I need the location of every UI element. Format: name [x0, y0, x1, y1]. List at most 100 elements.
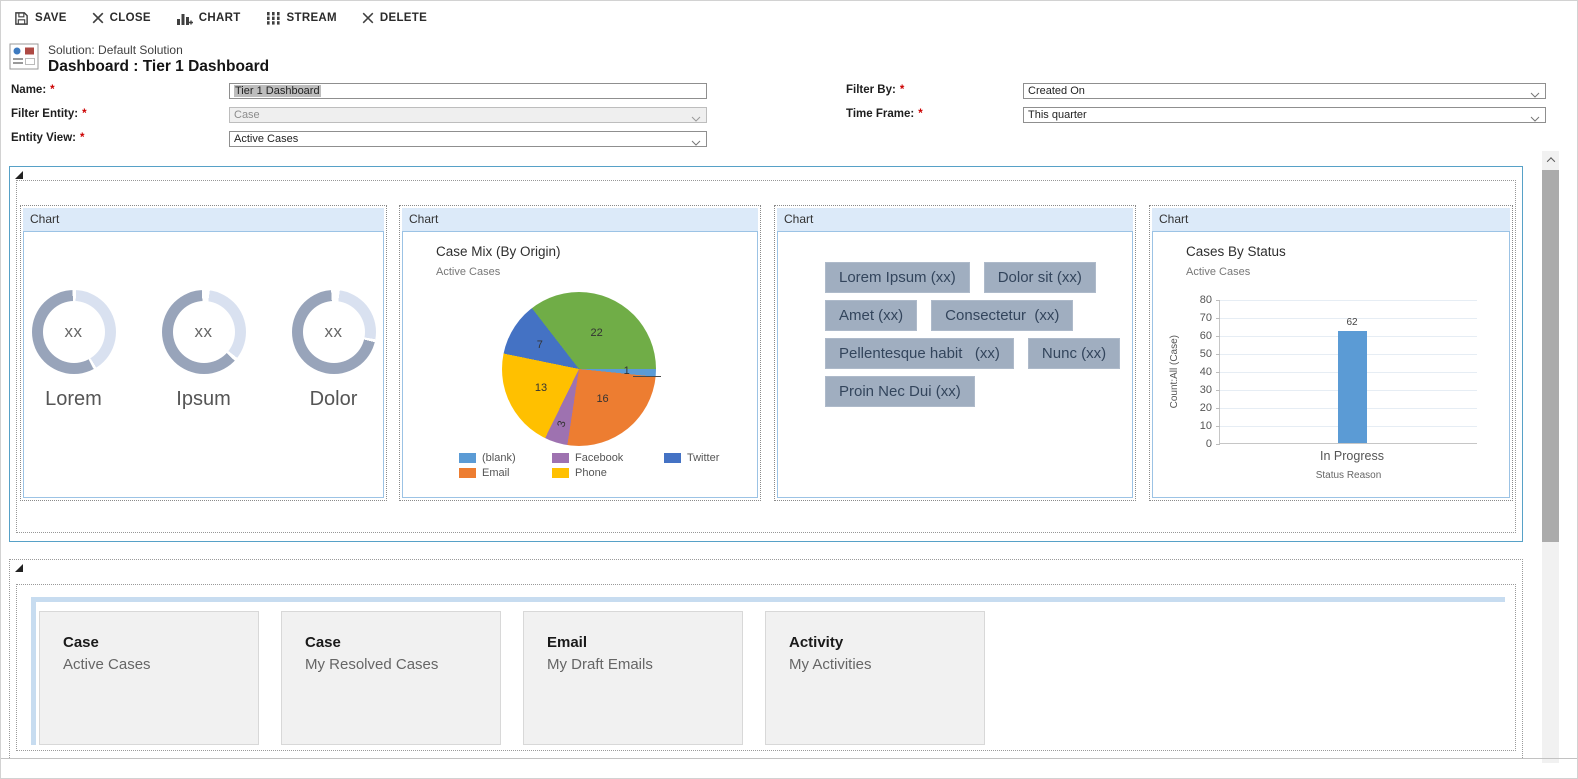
tag-chip: Proin Nec Dui (xx) [825, 376, 975, 407]
donut-center-value: xx [292, 290, 376, 374]
delete-button[interactable]: DELETE [362, 12, 427, 24]
widget-body: Lorem Ipsum (xx)Dolor sit (xx)Amet (xx)C… [777, 231, 1133, 498]
kpi-donut: xxIpsum [156, 290, 252, 411]
donut-label: Dolor [286, 388, 382, 411]
stream-button-label: STREAM [287, 12, 337, 24]
toolbar: SAVE CLOSE CHART STREAM DELETE [1, 1, 427, 35]
lists-section[interactable]: CaseActive CasesCaseMy Resolved CasesEma… [9, 559, 1523, 758]
tag-chip: Lorem Ipsum (xx) [825, 262, 970, 293]
name-input[interactable]: Tier 1 Dashboard [229, 83, 707, 99]
time-frame-label: Time Frame:* [846, 108, 923, 120]
vertical-scrollbar[interactable] [1542, 151, 1559, 763]
save-button-label: SAVE [35, 12, 67, 24]
collapse-section-icon[interactable] [15, 171, 23, 179]
chevron-down-icon [1530, 113, 1540, 125]
entity-view-value: Active Cases [234, 133, 298, 145]
x-axis-title: Status Reason [1316, 470, 1382, 481]
y-tick-label: 40 [1186, 366, 1212, 378]
legend-label: (blank) [482, 452, 516, 464]
y-tick-mark [1216, 444, 1220, 445]
tag-chart-widget[interactable]: Chart Lorem Ipsum (xx)Dolor sit (xx) Amet… [774, 205, 1136, 501]
name-input-value: Tier 1 Dashboard [234, 85, 321, 97]
save-button[interactable]: SAVE [14, 11, 67, 26]
chart-title: Case Mix (By Origin) [436, 244, 561, 259]
filter-entity-select[interactable]: Case [229, 107, 707, 123]
list-card-view: Active Cases [63, 656, 258, 673]
list-widget-card[interactable]: EmailMy Draft Emails [523, 611, 743, 745]
y-tick-label: 0 [1186, 438, 1212, 450]
donut-label: Ipsum [156, 388, 252, 411]
list-card-entity: Activity [789, 634, 984, 651]
legend-row: Email Phone [459, 465, 758, 480]
record-header: Solution: Default Solution Dashboard : T… [9, 43, 269, 76]
pie-chart: 116313722 [502, 292, 656, 446]
close-button[interactable]: CLOSE [92, 12, 151, 24]
bar-plot-area: Status Reason 0102030405060708062In Prog… [1219, 300, 1477, 444]
list-card-view: My Resolved Cases [305, 656, 500, 673]
delete-icon [362, 12, 374, 24]
donut-label: Lorem [26, 388, 122, 411]
filter-entity-value: Case [234, 109, 260, 121]
y-tick-label: 70 [1186, 312, 1212, 324]
selection-outline: CaseActive CasesCaseMy Resolved CasesEma… [16, 584, 1516, 751]
legend-label: Phone [575, 467, 607, 479]
legend-item: Phone [552, 467, 664, 479]
collapse-section-icon[interactable] [15, 564, 23, 572]
scrollbar-thumb[interactable] [1542, 170, 1559, 542]
filter-by-label: Filter By:* [846, 84, 904, 96]
legend-item: (blank) [459, 452, 552, 464]
legend-swatch [459, 468, 476, 478]
list-widget-card[interactable]: ActivityMy Activities [765, 611, 985, 745]
filter-by-select[interactable]: Created On [1023, 83, 1546, 99]
time-frame-select[interactable]: This quarter [1023, 107, 1546, 123]
pie-slice-value: 13 [535, 382, 547, 394]
y-tick-label: 30 [1186, 384, 1212, 396]
y-axis-title: Count:All (Case) [1169, 300, 1180, 444]
tag-row: Lorem Ipsum (xx)Dolor sit (xx) [825, 262, 1120, 293]
y-tick-label: 60 [1186, 330, 1212, 342]
y-tick-mark [1216, 354, 1220, 355]
close-button-label: CLOSE [110, 12, 151, 24]
stream-button[interactable]: STREAM [266, 11, 337, 25]
chevron-down-icon [691, 113, 701, 125]
scroll-up-icon[interactable] [1542, 151, 1559, 168]
list-widget-card[interactable]: CaseMy Resolved Cases [281, 611, 501, 745]
legend-item: Twitter [664, 452, 758, 464]
donut-center-value: xx [32, 290, 116, 374]
chart-subtitle: Active Cases [436, 266, 500, 278]
legend-swatch [552, 453, 569, 463]
list-host: CaseActive CasesCaseMy Resolved CasesEma… [31, 597, 1505, 745]
y-tick-label: 20 [1186, 402, 1212, 414]
widget-body: Case Mix (By Origin) Active Cases 116313… [402, 231, 758, 498]
required-marker: * [900, 84, 904, 96]
legend-swatch [664, 453, 681, 463]
chart-button-label: CHART [199, 12, 241, 24]
chart-button[interactable]: CHART [176, 11, 241, 26]
list-cards: CaseActive CasesCaseMy Resolved CasesEma… [39, 611, 1505, 745]
legend-swatch [552, 468, 569, 478]
legend-label: Twitter [687, 452, 719, 464]
y-tick-mark [1216, 372, 1220, 373]
pie-slice-value: 16 [596, 393, 608, 405]
donut-chart-widget[interactable]: Chart xxLoremxxIpsumxxDolor [20, 205, 387, 501]
y-tick-mark [1216, 408, 1220, 409]
bar-chart-widget[interactable]: Chart Cases By Status Active Cases Count… [1149, 205, 1513, 501]
legend-item: Email [459, 467, 552, 479]
tag-chip: Amet (xx) [825, 300, 917, 331]
pie-label-leader-line [633, 376, 661, 377]
name-label: Name:* [11, 84, 55, 96]
required-marker: * [918, 108, 922, 120]
pie-slice-value: 1 [624, 365, 630, 377]
bar [1338, 331, 1367, 443]
required-marker: * [50, 84, 54, 96]
widget-header: Chart [777, 208, 1133, 231]
entity-view-label: Entity View:* [11, 132, 84, 144]
page-bottom-divider [1, 758, 1577, 759]
list-card-view: My Draft Emails [547, 656, 742, 673]
legend-swatch [459, 453, 476, 463]
list-widget-card[interactable]: CaseActive Cases [39, 611, 259, 745]
entity-view-select[interactable]: Active Cases [229, 131, 707, 147]
pie-chart-widget[interactable]: Chart Case Mix (By Origin) Active Cases … [399, 205, 761, 501]
charts-section[interactable]: Chart xx Lorem xxIpsum xx Dolor Chart Case M… [9, 166, 1523, 542]
y-tick-mark [1216, 426, 1220, 427]
